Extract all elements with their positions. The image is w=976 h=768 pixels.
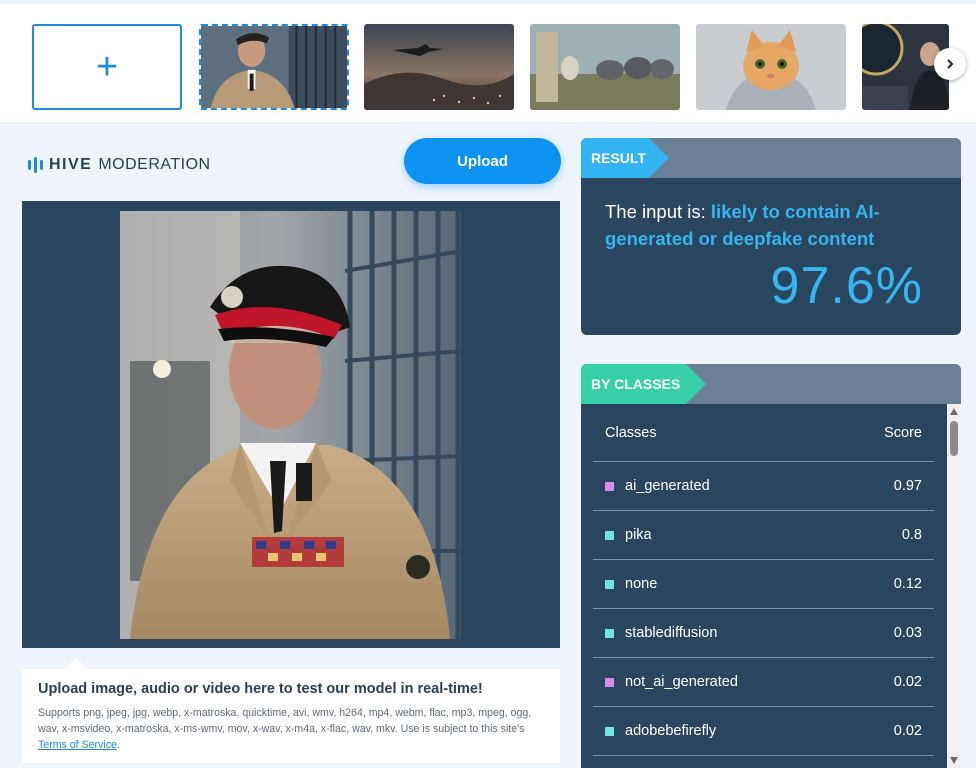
table-row: pika 0.8 — [593, 511, 934, 560]
class-score: 0.03 — [893, 625, 922, 641]
elephants-thumbnail-image — [530, 24, 680, 110]
column-header-score: Score — [884, 424, 922, 441]
class-name: none — [625, 576, 658, 592]
result-tag: RESULT — [581, 138, 669, 178]
class-color-swatch — [605, 481, 614, 491]
result-card: RESULT The input is: likely to contain A… — [581, 138, 961, 335]
class-score: 0.97 — [893, 478, 922, 494]
supported-formats-text: Supports png, jpeg, jpg, webp, x-matrosk… — [38, 705, 544, 753]
upload-button[interactable]: Upload — [404, 138, 561, 184]
class-name: pika — [625, 527, 652, 543]
result-percentage: 97.6% — [770, 257, 923, 315]
column-header-classes: Classes — [605, 424, 657, 441]
supported-formats-label: Supports png, jpeg, jpg, webp, x-matrosk… — [38, 707, 532, 735]
thumbnail-officer[interactable] — [199, 24, 349, 110]
class-name: stablediffusion — [625, 625, 718, 641]
class-color-swatch — [605, 530, 614, 540]
class-color-swatch — [605, 628, 614, 638]
classes-table[interactable]: Classes Score ai_generated 0.97 pika 0.8 non… — [593, 404, 934, 768]
table-row: adobebefirefly 0.02 — [593, 707, 934, 756]
upload-headline: Upload image, audio or video here to tes… — [38, 681, 483, 697]
classes-rows: ai_generated 0.97 pika 0.8 none 0.12 stabledif… — [593, 462, 934, 756]
class-name: adobebefirefly — [625, 723, 717, 739]
info-caret — [66, 657, 86, 669]
class-color-swatch — [605, 579, 614, 589]
brand-name-light: MODERATION — [98, 156, 211, 173]
class-label: stablediffusion — [605, 625, 717, 641]
classes-tag: BY CLASSES — [581, 364, 706, 404]
class-score: 0.12 — [893, 576, 922, 592]
officer-thumbnail-image — [201, 26, 347, 108]
class-score: 0.02 — [893, 723, 922, 739]
media-preview — [22, 201, 560, 648]
class-score: 0.8 — [901, 527, 922, 543]
chevron-right-icon — [947, 59, 954, 69]
class-label: pika — [605, 527, 652, 543]
plane-city-thumbnail-image — [364, 24, 514, 110]
cat-thumbnail-image — [696, 24, 846, 110]
class-name: ai_generated — [625, 478, 710, 494]
scroll-up-icon[interactable] — [950, 408, 958, 415]
hive-moderation-logo: HIVE MODERATION — [28, 156, 211, 174]
class-score: 0.02 — [893, 674, 922, 690]
thumbnail-cat[interactable] — [696, 24, 846, 110]
scrollbar-thumb[interactable] — [950, 421, 958, 456]
table-row: none 0.12 — [593, 560, 934, 609]
table-row: ai_generated 0.97 — [593, 462, 934, 511]
result-header: RESULT — [581, 138, 961, 178]
class-label: ai_generated — [605, 478, 710, 494]
classes-header: BY CLASSES — [581, 364, 961, 404]
classes-card: BY CLASSES Classes Score ai_generated 0.9… — [581, 364, 961, 768]
class-color-swatch — [605, 726, 614, 736]
thumbnail-plane-city[interactable] — [364, 24, 514, 110]
thumbnail-elephants[interactable] — [530, 24, 680, 110]
class-label: not_ai_generated — [605, 674, 738, 690]
thumbnail-strip: + — [0, 0, 976, 122]
class-color-swatch — [605, 677, 614, 687]
class-name: not_ai_generated — [625, 674, 738, 690]
preview-image — [120, 211, 461, 639]
class-label: none — [605, 576, 657, 592]
table-row: not_ai_generated 0.02 — [593, 658, 934, 707]
next-thumbnails-button[interactable] — [934, 48, 966, 80]
hive-logo-icon — [28, 157, 43, 173]
terms-of-service-link[interactable]: Terms of Service — [38, 739, 117, 751]
verdict-prefix: The input is: — [605, 201, 711, 222]
terms-suffix: . — [116, 739, 120, 751]
upload-info-box: Upload image, audio or video here to tes… — [22, 669, 560, 763]
classes-scrollbar[interactable] — [947, 404, 961, 768]
add-media-button[interactable]: + — [32, 24, 182, 110]
result-verdict: The input is: likely to contain AI-gener… — [605, 198, 925, 252]
classes-table-header: Classes Score — [593, 404, 934, 462]
plus-icon: + — [95, 46, 119, 88]
scroll-down-icon[interactable] — [950, 757, 958, 764]
brand-name-strong: HIVE — [49, 156, 93, 173]
table-row: stablediffusion 0.03 — [593, 609, 934, 658]
class-label: adobebefirefly — [605, 723, 716, 739]
